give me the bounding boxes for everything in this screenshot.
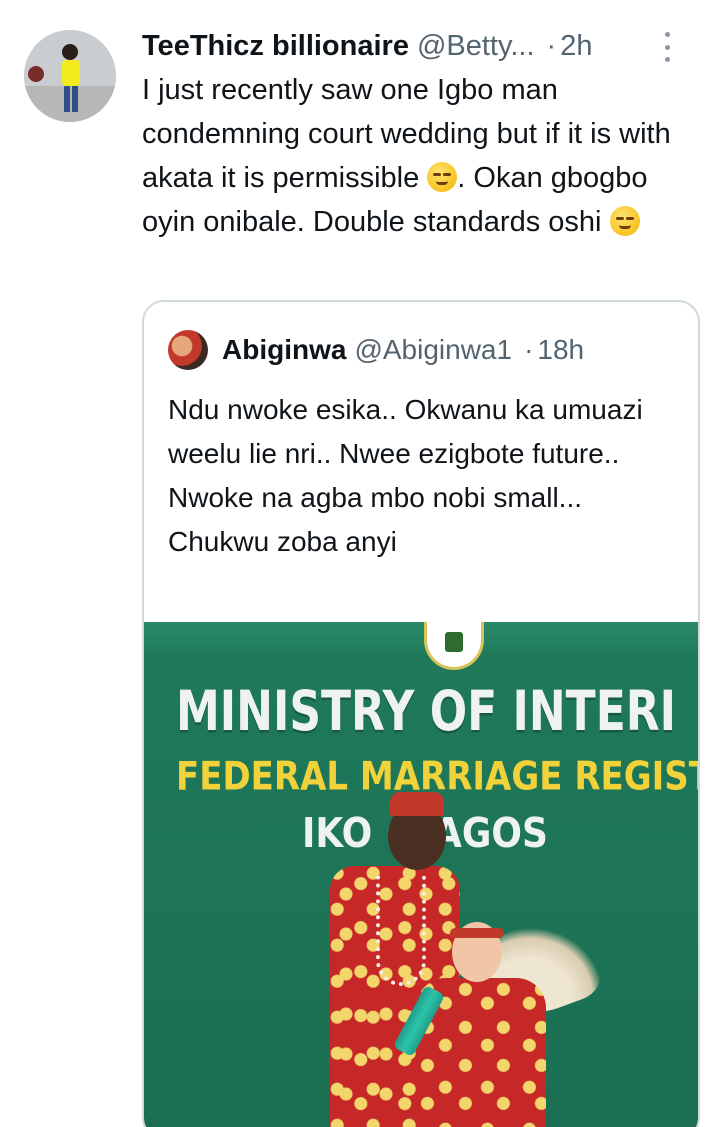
- groom-cap: [390, 792, 444, 816]
- relieved-face-emoji-icon: [427, 162, 458, 192]
- tweet-media-photo[interactable]: MINISTRY OF INTERI FEDERAL MARRIAGE REGI…: [144, 622, 698, 1127]
- tweet-text: I just recently saw one Igbo man condemn…: [142, 68, 702, 244]
- bride-headband: [450, 928, 504, 938]
- display-name[interactable]: TeeThicz billionaire: [142, 30, 409, 63]
- quoted-tweet-time[interactable]: 18h: [537, 334, 584, 366]
- quoted-separator-dot: ·: [524, 334, 534, 365]
- separator-dot: ·: [546, 29, 557, 62]
- quoted-tweet-text: Ndu nwoke esika.. Okwanu ka umuazi weelu…: [168, 394, 643, 557]
- tweet-time[interactable]: 2h: [560, 30, 592, 63]
- smirking-face-emoji-icon: [609, 206, 640, 236]
- user-handle[interactable]: @Betty...: [417, 30, 535, 63]
- quoted-user-avatar[interactable]: [168, 330, 208, 370]
- quoted-display-name[interactable]: Abiginwa: [222, 334, 346, 366]
- tweet[interactable]: TeeThicz billionaire @Betty... · 2h I ju…: [0, 0, 720, 1127]
- wall-top-band: [144, 622, 698, 658]
- tweet-header: TeeThicz billionaire @Betty... · 2h: [142, 26, 702, 66]
- avatar-photo-icon: [24, 30, 116, 122]
- sign-line-ministry: MINISTRY OF INTERI: [176, 680, 677, 744]
- coat-of-arms-icon: [424, 622, 484, 670]
- user-avatar[interactable]: [24, 30, 116, 122]
- quoted-tweet-header: Abiginwa @Abiginwa1 · 18h: [168, 330, 584, 370]
- quoted-tweet-card[interactable]: Abiginwa @Abiginwa1 · 18h Ndu nwoke esik…: [142, 300, 700, 1127]
- quoted-user-handle[interactable]: @Abiginwa1: [354, 334, 512, 366]
- more-options-icon[interactable]: [662, 32, 672, 62]
